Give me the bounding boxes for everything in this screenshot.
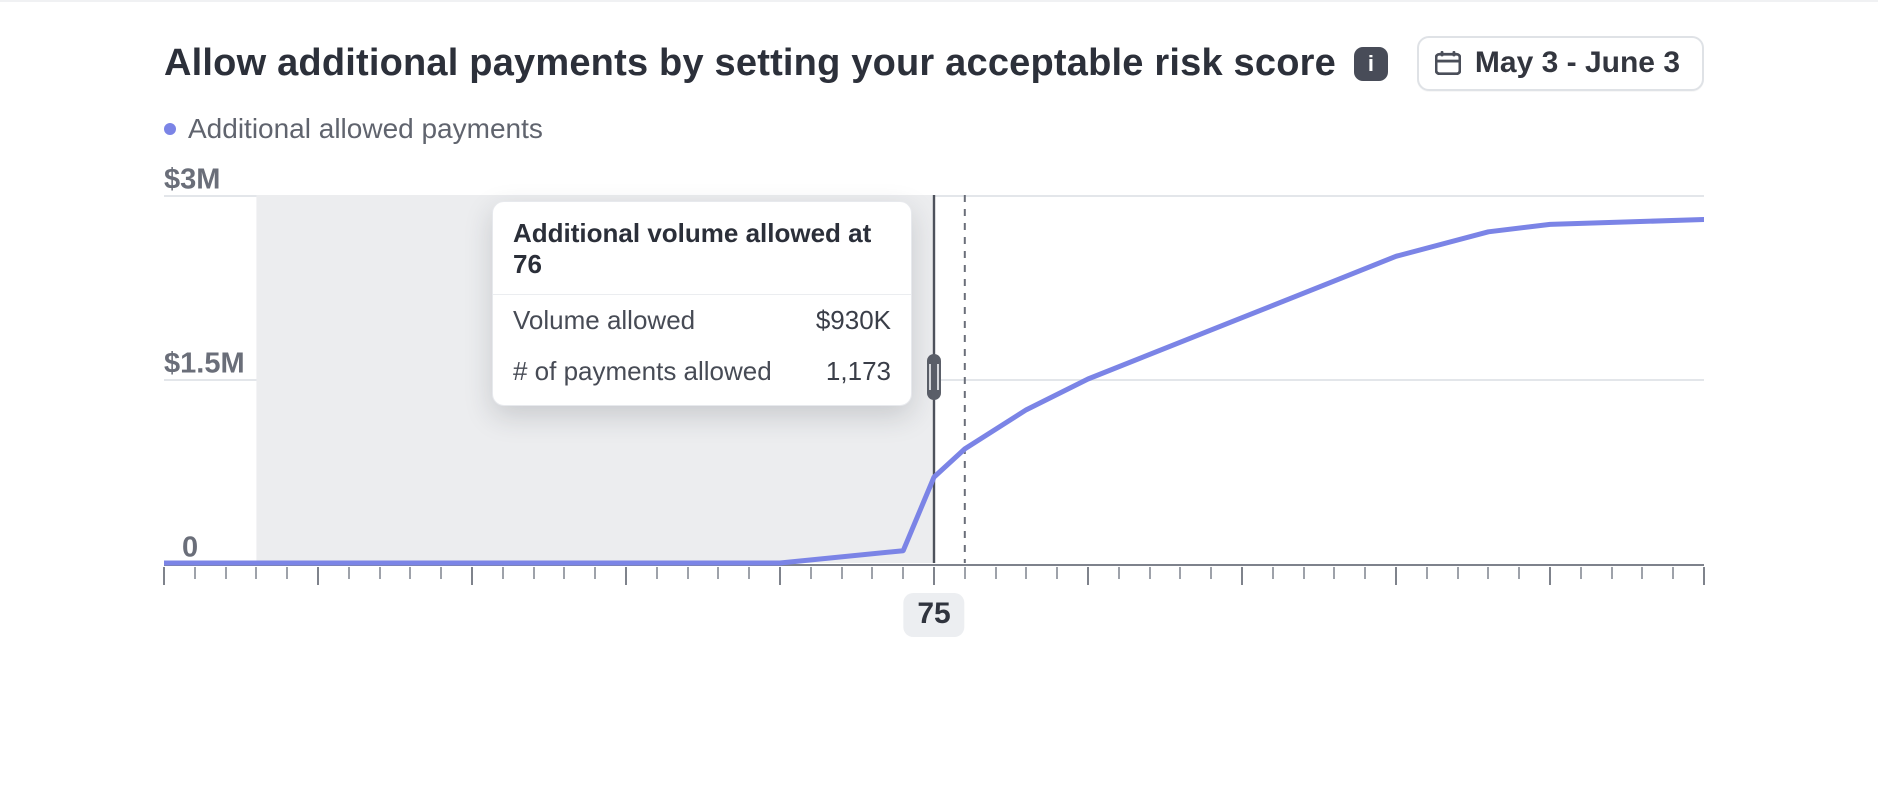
tooltip-row-value: 1,173 [826,356,891,387]
legend-swatch [164,123,176,135]
tooltip-row-label: Volume allowed [513,305,695,336]
tooltip-row-label: # of payments allowed [513,356,772,387]
tooltip-title: Additional volume allowed at 76 [493,202,911,295]
page-title: Allow additional payments by setting you… [164,42,1336,85]
legend: Additional allowed payments [164,113,1704,145]
date-range-button[interactable]: May 3 - June 3 [1417,36,1704,91]
chart-tooltip: Additional volume allowed at 76 Volume a… [492,201,912,406]
threshold-slider-handle[interactable] [927,354,941,400]
tooltip-row-value: $930K [816,305,891,336]
legend-label: Additional allowed payments [188,113,543,145]
chart-area[interactable]: $3M $1.5M 0 Additional volume allowed at… [164,163,1704,583]
date-range-label: May 3 - June 3 [1475,46,1680,80]
threshold-value-badge: 75 [903,593,964,637]
x-ticks [164,567,1704,585]
info-icon[interactable]: i [1354,47,1388,81]
calendar-icon [1435,51,1461,75]
